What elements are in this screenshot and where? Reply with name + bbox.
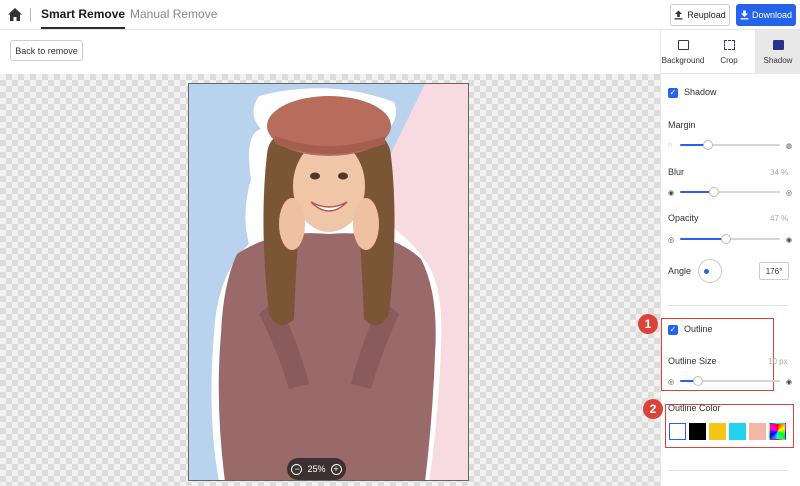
section-divider	[668, 470, 788, 471]
reupload-label: Reupload	[687, 10, 726, 20]
check-icon: ✓	[668, 87, 678, 98]
margin-label: Margin	[668, 120, 696, 130]
annotation-badge-1: 1	[638, 314, 658, 334]
tab-shadow-label: Shadow	[763, 55, 793, 65]
blur-label: Blur	[668, 167, 685, 177]
zoom-level: 25%	[307, 464, 326, 474]
angle-input[interactable]: 176°	[759, 262, 789, 280]
portrait-image	[189, 84, 468, 480]
tab-smart-remove[interactable]: Smart Remove	[41, 7, 126, 29]
color-swatch-black[interactable]	[689, 423, 706, 440]
zoom-in-icon[interactable]: +	[330, 463, 342, 475]
color-swatch-yellow[interactable]	[709, 423, 726, 440]
opacity-value: 47 %	[770, 214, 789, 223]
blur-slider[interactable]: ◉ ◎	[668, 186, 792, 198]
download-label: Download	[751, 10, 793, 20]
opacity-label: Opacity	[668, 213, 699, 223]
zoom-out-icon[interactable]: −	[291, 463, 303, 475]
section-divider	[668, 305, 788, 306]
margin-large-icon: ◍	[785, 143, 792, 150]
color-swatch-peach[interactable]	[749, 423, 766, 440]
opacity-high-icon: ◉	[785, 237, 792, 244]
outline-size-slider-thumb[interactable]	[693, 376, 703, 386]
tab-manual-remove[interactable]: Manual Remove	[130, 7, 217, 21]
home-icon[interactable]	[6, 6, 24, 24]
shadow-checkbox-label: Shadow	[684, 87, 717, 97]
shadow-icon	[772, 39, 784, 50]
panel-tabs: Background Crop Shadow	[661, 30, 800, 74]
tab-shadow[interactable]: Shadow	[755, 30, 800, 74]
outline-color-label: Outline Color	[668, 403, 721, 413]
outline-size-slider[interactable]: ◎ ◉	[668, 375, 792, 387]
opacity-slider-thumb[interactable]	[721, 234, 731, 244]
outline-checkbox[interactable]: ✓ Outline	[668, 324, 713, 335]
angle-label: Angle	[668, 266, 692, 276]
color-picker-icon[interactable]	[769, 423, 786, 440]
angle-dial[interactable]	[698, 259, 722, 283]
annotation-badge-2: 2	[643, 399, 663, 419]
outline-size-value: 10 px	[768, 357, 788, 366]
outline-small-icon: ◎	[668, 379, 675, 386]
divider	[30, 8, 31, 22]
tab-background[interactable]: Background	[661, 30, 705, 74]
reupload-button[interactable]: Reupload	[670, 4, 730, 26]
check-icon: ✓	[668, 324, 678, 335]
tab-crop[interactable]: Crop	[709, 30, 749, 74]
color-swatch-cyan[interactable]	[729, 423, 746, 440]
color-swatch-white[interactable]	[669, 423, 686, 440]
margin-slider-thumb[interactable]	[703, 140, 713, 150]
crop-icon	[723, 39, 735, 50]
download-icon	[740, 10, 749, 20]
margin-slider[interactable]: ◌ ◍	[668, 139, 792, 151]
action-bar: Back to remove	[0, 30, 660, 74]
background-icon	[677, 39, 689, 50]
blur-slider-thumb[interactable]	[709, 187, 719, 197]
download-button[interactable]: Download	[736, 4, 796, 26]
blur-value: 34 %	[770, 168, 789, 177]
margin-small-icon: ◌	[668, 142, 673, 149]
tab-background-label: Background	[661, 55, 705, 65]
top-bar: Smart Remove Manual Remove Reupload Down…	[0, 0, 800, 30]
back-to-remove-button[interactable]: Back to remove	[10, 40, 83, 61]
opacity-slider[interactable]: ◎ ◉	[668, 233, 792, 245]
angle-dial-handle[interactable]	[704, 269, 709, 274]
outline-checkbox-label: Outline	[684, 324, 713, 334]
tab-crop-label: Crop	[720, 55, 738, 65]
outline-size-label: Outline Size	[668, 356, 717, 366]
image-preview[interactable]	[188, 83, 469, 481]
blur-small-icon: ◉	[668, 190, 675, 197]
outline-large-icon: ◉	[785, 379, 792, 386]
zoom-control: − 25% +	[287, 458, 346, 480]
upload-icon	[674, 10, 683, 20]
blur-large-icon: ◎	[785, 190, 792, 197]
shadow-checkbox[interactable]: ✓ Shadow	[668, 87, 717, 98]
opacity-low-icon: ◎	[668, 237, 675, 244]
